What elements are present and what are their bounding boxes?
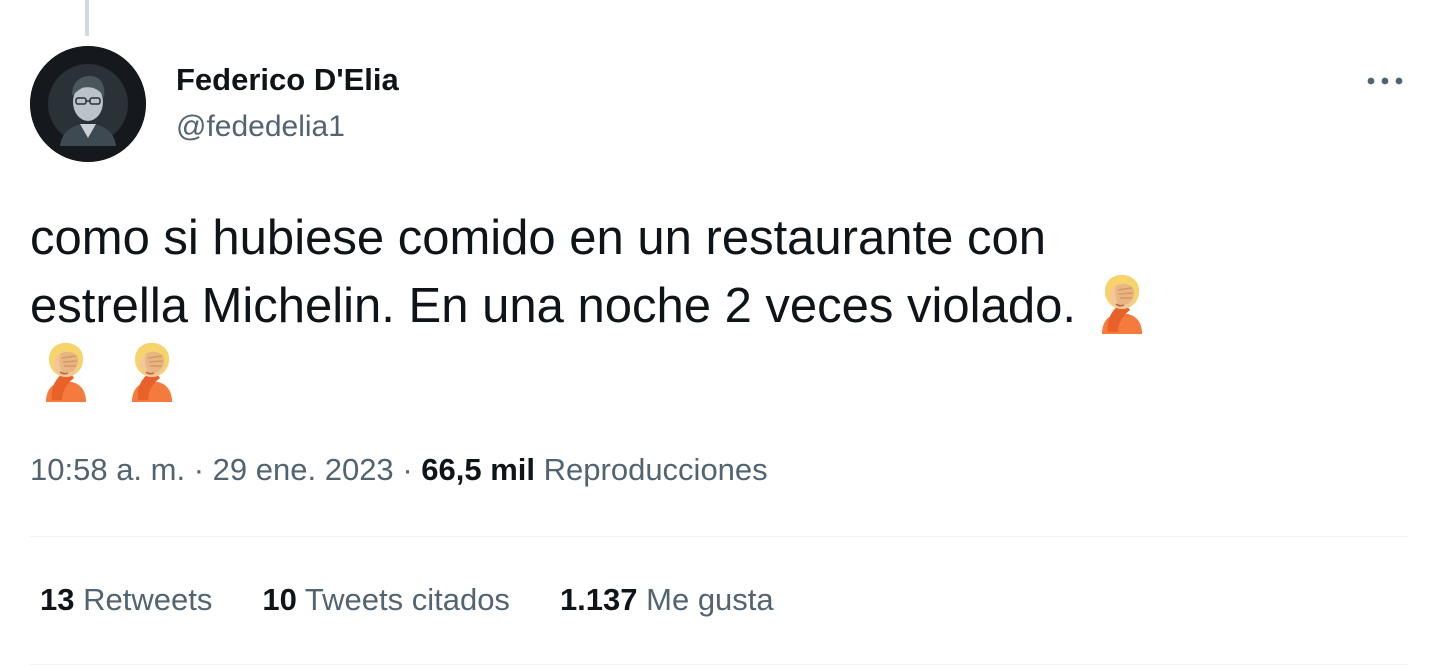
meta-separator: · xyxy=(193,452,205,487)
tweet-text-line-2-text: estrella Michelin. En una noche 2 veces … xyxy=(30,279,1076,333)
tweet-text: como si hubiese comido en un restaurante… xyxy=(30,204,1410,408)
quote-tweets-stat[interactable]: 10 Tweets citados xyxy=(262,582,510,618)
author-name[interactable]: Federico D'Elia xyxy=(176,62,399,98)
tweet-time[interactable]: 10:58 a. m. xyxy=(30,452,185,487)
tweet-text-line-1: como si hubiese comido en un restaurante… xyxy=(30,211,1046,265)
facepalm-emoji-icon xyxy=(45,342,87,403)
likes-label: Me gusta xyxy=(646,582,774,617)
more-options-button[interactable] xyxy=(1362,58,1408,104)
avatar[interactable] xyxy=(30,46,146,162)
thread-connector-line xyxy=(85,0,89,36)
facepalm-emoji-icon xyxy=(131,342,173,403)
tweet-text-line-2: estrella Michelin. En una noche 2 veces … xyxy=(30,272,1410,340)
quotes-count: 10 xyxy=(262,582,297,617)
divider xyxy=(30,664,1408,665)
tweet-metadata: 10:58 a. m. · 29 ene. 2023 · 66,5 mil Re… xyxy=(30,452,768,488)
retweets-label: Retweets xyxy=(83,582,213,617)
author-handle[interactable]: @fededelia1 xyxy=(176,110,345,144)
likes-count: 1.137 xyxy=(559,582,638,617)
likes-stat[interactable]: 1.137 Me gusta xyxy=(560,582,774,618)
retweets-count: 13 xyxy=(40,582,75,617)
more-horizontal-icon xyxy=(1367,77,1403,85)
facepalm-emoji-icon xyxy=(1101,274,1143,335)
tweet-stats: 13 Retweets 10 Tweets citados 1.137 Me g… xyxy=(40,582,824,618)
meta-separator: · xyxy=(402,452,413,487)
quotes-label: Tweets citados xyxy=(304,582,510,617)
tweet-text-line-3 xyxy=(30,340,1410,408)
retweets-stat[interactable]: 13 Retweets xyxy=(40,582,212,618)
views-label: Reproducciones xyxy=(543,452,768,487)
tweet-date[interactable]: 29 ene. 2023 xyxy=(213,452,394,487)
divider xyxy=(30,536,1408,537)
views-count: 66,5 mil xyxy=(421,452,536,487)
